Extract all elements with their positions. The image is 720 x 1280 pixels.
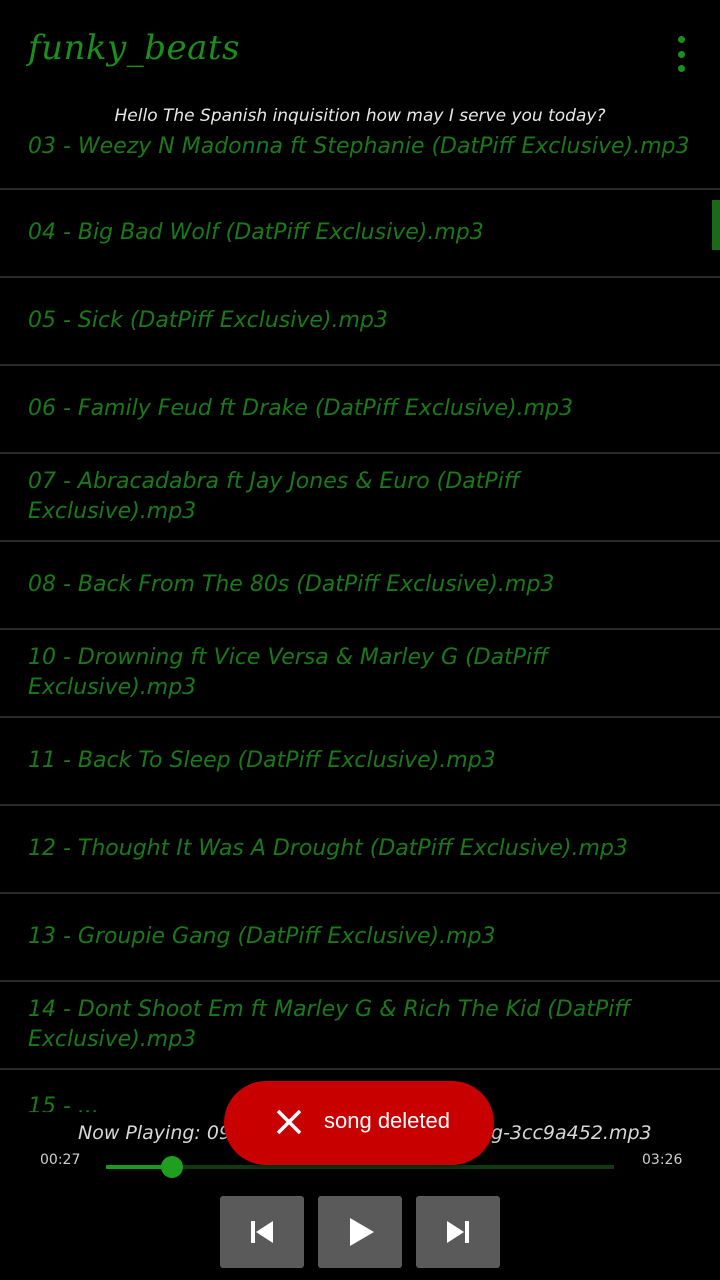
- menu-dot: [677, 50, 685, 58]
- song-list[interactable]: 03 - Weezy N Madonna ft Stephanie (DatPi…: [0, 124, 720, 1114]
- toast-notification: song deleted: [224, 1081, 494, 1165]
- song-title: 07 - Abracadabra ft Jay Jones & Euro (Da…: [28, 469, 520, 524]
- song-title: 13 - Groupie Gang (DatPiff Exclusive).mp…: [28, 924, 496, 949]
- song-title: 06 - Family Feud ft Drake (DatPiff Exclu…: [28, 396, 573, 421]
- next-button[interactable]: [416, 1196, 500, 1268]
- menu-dot: [677, 36, 685, 43]
- song-title: 04 - Big Bad Wolf (DatPiff Exclusive).mp…: [28, 220, 484, 245]
- song-item[interactable]: 06 - Family Feud ft Drake (DatPiff Exclu…: [0, 366, 720, 454]
- song-item[interactable]: 14 - Dont Shoot Em ft Marley G & Rich Th…: [0, 982, 720, 1070]
- skip-previous-icon: [251, 1221, 273, 1243]
- scrollbar[interactable]: [712, 200, 720, 250]
- play-button[interactable]: [318, 1196, 402, 1268]
- song-title: 08 - Back From The 80s (DatPiff Exclusiv…: [28, 572, 555, 597]
- song-item[interactable]: 12 - Thought It Was A Drought (DatPiff E…: [0, 806, 720, 894]
- previous-button[interactable]: [220, 1196, 304, 1268]
- song-title: 15 - ...: [28, 1094, 99, 1114]
- overflow-menu-icon[interactable]: [666, 36, 696, 72]
- song-item[interactable]: 05 - Sick (DatPiff Exclusive).mp3: [0, 278, 720, 366]
- song-item[interactable]: 08 - Back From The 80s (DatPiff Exclusiv…: [0, 542, 720, 630]
- total-time: 03:26: [642, 1152, 683, 1168]
- playback-controls: [220, 1196, 500, 1268]
- song-item[interactable]: 07 - Abracadabra ft Jay Jones & Euro (Da…: [0, 454, 720, 542]
- song-title: 12 - Thought It Was A Drought (DatPiff E…: [28, 836, 628, 861]
- seek-thumb[interactable]: [161, 1156, 184, 1178]
- skip-next-icon: [447, 1221, 469, 1243]
- play-icon: [350, 1218, 374, 1246]
- song-title: 10 - Drowning ft Vice Versa & Marley G (…: [28, 645, 548, 700]
- song-item[interactable]: 04 - Big Bad Wolf (DatPiff Exclusive).mp…: [0, 190, 720, 278]
- song-title: 14 - Dont Shoot Em ft Marley G & Rich Th…: [28, 997, 631, 1052]
- menu-dot: [677, 65, 685, 72]
- greeting-text: Hello The Spanish inquisition how may I …: [114, 106, 606, 126]
- song-title: 05 - Sick (DatPiff Exclusive).mp3: [28, 308, 388, 333]
- toast-message: song deleted: [324, 1108, 450, 1133]
- app-title: funky_beats: [28, 28, 240, 68]
- song-item[interactable]: 03 - Weezy N Madonna ft Stephanie (DatPi…: [0, 124, 720, 190]
- song-title: 11 - Back To Sleep (DatPiff Exclusive).m…: [28, 748, 496, 773]
- song-title: 03 - Weezy N Madonna ft Stephanie (DatPi…: [28, 134, 690, 159]
- song-item[interactable]: 10 - Drowning ft Vice Versa & Marley G (…: [0, 630, 720, 718]
- song-item[interactable]: 11 - Back To Sleep (DatPiff Exclusive).m…: [0, 718, 720, 806]
- seek-bar[interactable]: [106, 1156, 614, 1178]
- close-icon[interactable]: [274, 1107, 304, 1137]
- song-item[interactable]: 13 - Groupie Gang (DatPiff Exclusive).mp…: [0, 894, 720, 982]
- current-time: 00:27: [40, 1152, 81, 1168]
